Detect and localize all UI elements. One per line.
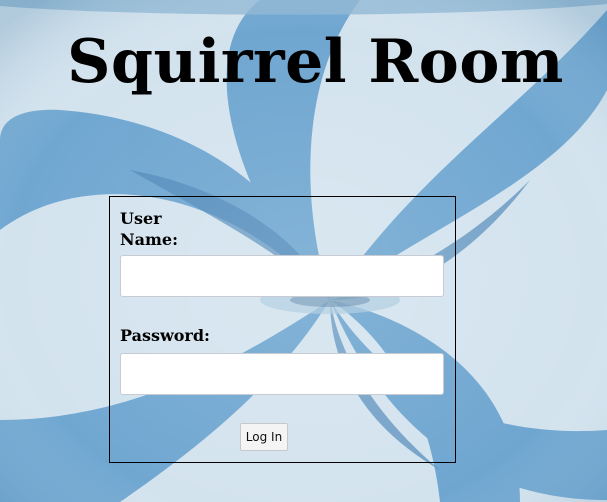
login-button[interactable]: Log In	[240, 423, 288, 451]
username-label: User Name:	[120, 209, 179, 249]
password-label: Password:	[120, 326, 210, 345]
page-title: Squirrel Room	[67, 27, 564, 97]
password-input[interactable]	[120, 353, 444, 395]
login-form: User Name: Password: Log In	[109, 196, 456, 463]
username-input[interactable]	[120, 255, 444, 297]
